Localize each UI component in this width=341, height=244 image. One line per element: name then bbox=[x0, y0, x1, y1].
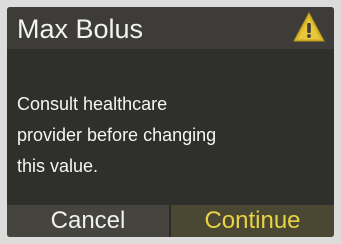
warning-icon bbox=[292, 11, 326, 43]
continue-button[interactable]: Continue bbox=[171, 205, 334, 237]
warning-message: Consult healthcare provider before chang… bbox=[17, 89, 327, 182]
message-line: Consult healthcare bbox=[17, 94, 168, 114]
message-line: provider before changing bbox=[17, 125, 217, 145]
cancel-button[interactable]: Cancel bbox=[7, 205, 169, 237]
pump-screen: Max Bolus Consult healthcare provider be… bbox=[7, 7, 334, 237]
message-line: this value. bbox=[17, 156, 99, 176]
screen-header: Max Bolus bbox=[7, 7, 334, 49]
screen-title: Max Bolus bbox=[17, 14, 144, 44]
softkey-bar: Cancel Continue bbox=[7, 205, 334, 237]
